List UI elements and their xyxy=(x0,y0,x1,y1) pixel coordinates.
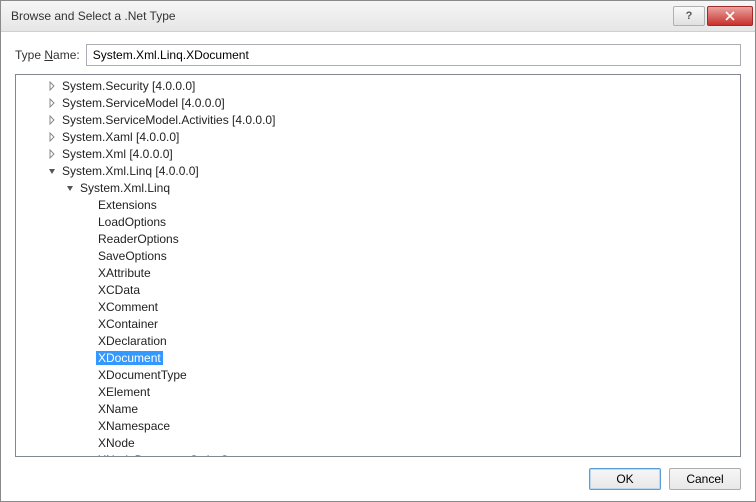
window-title: Browse and Select a .Net Type xyxy=(11,9,671,23)
tree-node[interactable]: XAttribute xyxy=(16,264,740,281)
type-tree-container: System.Security [4.0.0.0] System.ServiceM… xyxy=(15,74,741,457)
tree-node-label: System.ServiceModel [4.0.0.0] xyxy=(60,96,227,110)
tree-node-label: System.Xml.Linq [4.0.0.0] xyxy=(60,164,201,178)
tree-node[interactable]: XDocument xyxy=(16,349,740,366)
tree-node-label: XName xyxy=(96,402,140,416)
dialog-window: Browse and Select a .Net Type Type Name:… xyxy=(0,0,756,502)
chevron-right-icon[interactable] xyxy=(46,80,58,92)
tree-node[interactable]: LoadOptions xyxy=(16,213,740,230)
tree-node[interactable]: System.Xml.Linq xyxy=(16,179,740,196)
tree-node[interactable]: XElement xyxy=(16,383,740,400)
tree-node-label: XNodeDocumentOrderComparer xyxy=(96,453,275,457)
tree-node-label: System.Xaml [4.0.0.0] xyxy=(60,130,181,144)
tree-node-label: XNamespace xyxy=(96,419,172,433)
tree-node[interactable]: XNamespace xyxy=(16,417,740,434)
tree-node[interactable]: System.ServiceModel.Activities [4.0.0.0] xyxy=(16,111,740,128)
chevron-down-icon[interactable] xyxy=(46,165,58,177)
tree-node-label: System.Xml.Linq xyxy=(78,181,172,195)
tree-node[interactable]: XComment xyxy=(16,298,740,315)
tree-node-label: System.ServiceModel.Activities [4.0.0.0] xyxy=(60,113,277,127)
tree-node[interactable]: XCData xyxy=(16,281,740,298)
tree-node[interactable]: SaveOptions xyxy=(16,247,740,264)
tree-node-label: System.Xml [4.0.0.0] xyxy=(60,147,175,161)
ok-button[interactable]: OK xyxy=(589,468,661,490)
type-name-row: Type Name: xyxy=(1,32,755,74)
tree-node-label: XComment xyxy=(96,300,160,314)
close-button[interactable] xyxy=(707,6,753,26)
tree-node[interactable]: XContainer xyxy=(16,315,740,332)
tree-node-label: XDeclaration xyxy=(96,334,169,348)
tree-node-label: XContainer xyxy=(96,317,160,331)
dialog-buttons: OK Cancel xyxy=(1,457,755,501)
help-button[interactable] xyxy=(673,6,705,26)
tree-node[interactable]: System.Xml [4.0.0.0] xyxy=(16,145,740,162)
type-name-input[interactable] xyxy=(86,44,741,66)
chevron-right-icon[interactable] xyxy=(46,131,58,143)
cancel-button[interactable]: Cancel xyxy=(669,468,741,490)
type-name-label: Type Name: xyxy=(15,48,80,62)
tree-node[interactable]: System.ServiceModel [4.0.0.0] xyxy=(16,94,740,111)
tree-node[interactable]: XNode xyxy=(16,434,740,451)
tree-node-label: XCData xyxy=(96,283,142,297)
tree-node[interactable]: XNodeDocumentOrderComparer xyxy=(16,451,740,456)
tree-node-label: XNode xyxy=(96,436,137,450)
tree-node[interactable]: XDocumentType xyxy=(16,366,740,383)
tree-node-label: System.Security [4.0.0.0] xyxy=(60,79,197,93)
tree-node-label: ReaderOptions xyxy=(96,232,181,246)
chevron-right-icon[interactable] xyxy=(46,97,58,109)
chevron-right-icon[interactable] xyxy=(46,114,58,126)
tree-node-label: XDocument xyxy=(96,351,163,365)
tree-node[interactable]: System.Security [4.0.0.0] xyxy=(16,77,740,94)
chevron-right-icon[interactable] xyxy=(46,148,58,160)
close-icon xyxy=(725,11,735,21)
tree-node-label: XDocumentType xyxy=(96,368,189,382)
titlebar[interactable]: Browse and Select a .Net Type xyxy=(1,1,755,32)
tree-node-label: SaveOptions xyxy=(96,249,169,263)
chevron-down-icon[interactable] xyxy=(64,182,76,194)
tree-node-label: XElement xyxy=(96,385,152,399)
tree-node-label: XAttribute xyxy=(96,266,153,280)
type-tree[interactable]: System.Security [4.0.0.0] System.ServiceM… xyxy=(16,75,740,456)
tree-node[interactable]: System.Xml.Linq [4.0.0.0] xyxy=(16,162,740,179)
tree-node-label: Extensions xyxy=(96,198,159,212)
tree-node[interactable]: System.Xaml [4.0.0.0] xyxy=(16,128,740,145)
tree-node[interactable]: Extensions xyxy=(16,196,740,213)
tree-node[interactable]: ReaderOptions xyxy=(16,230,740,247)
tree-node-label: LoadOptions xyxy=(96,215,168,229)
tree-node[interactable]: XDeclaration xyxy=(16,332,740,349)
tree-node[interactable]: XName xyxy=(16,400,740,417)
